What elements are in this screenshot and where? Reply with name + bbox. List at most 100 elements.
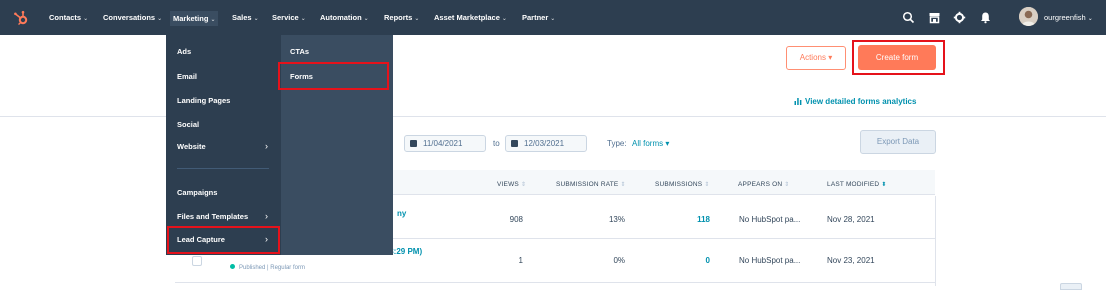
column-header-last-modified[interactable]: LAST MODIFIED ⬍	[827, 181, 887, 188]
avatar[interactable]	[1019, 7, 1038, 26]
menu-item-label: CTAs	[290, 47, 310, 56]
last-modified-value: Nov 23, 2021	[827, 256, 875, 265]
top-navigation-bar: Contacts ⌄ Conversations ⌄ Marketing ⌄ Sale…	[0, 0, 1106, 35]
chevron-right-icon: ›	[265, 211, 268, 221]
user-photo-icon	[1019, 7, 1038, 26]
submission-rate-value: 0%	[613, 256, 625, 265]
column-header-label: LAST MODIFIED	[827, 181, 880, 188]
nav-marketing[interactable]: Marketing ⌄	[170, 11, 219, 26]
hubspot-logo-icon[interactable]	[13, 10, 29, 26]
sort-icon: ⇕	[784, 182, 790, 188]
sort-icon: ⇕	[620, 182, 626, 188]
column-header-submissions[interactable]: SUBMISSIONS ⇕	[655, 181, 710, 188]
column-header-views[interactable]: VIEWS ⇕	[497, 181, 526, 188]
published-status-dot-icon	[230, 264, 235, 269]
search-icon[interactable]	[902, 11, 915, 24]
nav-service-label: Service	[272, 13, 299, 22]
table-right-border	[935, 196, 936, 286]
menu-item-campaigns[interactable]: Campaigns	[177, 188, 217, 197]
type-filter-label: Type:	[607, 139, 627, 148]
menu-item-ctas[interactable]: CTAs	[290, 47, 309, 56]
view-analytics-label: View detailed forms analytics	[805, 97, 917, 106]
view-analytics-link[interactable]: View detailed forms analytics	[794, 97, 916, 106]
marketplace-icon[interactable]	[928, 11, 941, 24]
menu-item-label: Social	[177, 120, 200, 129]
lead-capture-highlight-box	[167, 226, 280, 254]
status-text: Published	[239, 265, 266, 271]
actions-button[interactable]: Actions ▾	[786, 46, 846, 70]
to-date-value: 12/03/2021	[524, 139, 565, 148]
form-status-meta: Published | Regular form	[230, 264, 305, 271]
menu-item-social[interactable]: Social	[177, 120, 199, 129]
forms-highlight-box	[278, 62, 389, 90]
nav-contacts-label: Contacts	[49, 13, 82, 22]
form-type-text: Regular form	[270, 265, 305, 271]
views-value: 1	[518, 256, 523, 265]
submissions-link[interactable]: 0	[665, 256, 710, 265]
nav-partner-label: Partner	[522, 13, 549, 22]
form-name-link[interactable]: ny	[397, 209, 406, 218]
calendar-icon	[511, 140, 518, 147]
sort-desc-icon: ⬍	[881, 182, 887, 188]
nav-conversations[interactable]: Conversations ⌄	[103, 13, 162, 22]
nav-asset-marketplace[interactable]: Asset Marketplace ⌄	[434, 13, 507, 22]
type-filter-dropdown[interactable]: All forms ▾	[632, 139, 669, 148]
menu-item-label: Campaigns	[177, 188, 218, 197]
nav-reports-label: Reports	[384, 13, 413, 22]
nav-automation[interactable]: Automation ⌄	[320, 13, 369, 22]
column-header-appears-on[interactable]: APPEARS ON ⇕	[738, 181, 790, 188]
appears-on-value: No HubSpot pa...	[739, 215, 801, 224]
chevron-down-icon: ⌄	[363, 16, 369, 22]
nav-contacts[interactable]: Contacts ⌄	[49, 13, 88, 22]
nav-conversations-label: Conversations	[103, 13, 156, 22]
meta-separator: |	[267, 265, 269, 271]
nav-sales[interactable]: Sales ⌄	[232, 13, 259, 22]
chevron-down-icon: ⌄	[1087, 16, 1093, 22]
menu-item-email[interactable]: Email	[177, 72, 197, 81]
account-menu[interactable]: ourgreenfish ⌄	[1044, 13, 1093, 22]
chevron-down-icon: ⌄	[501, 16, 507, 22]
help-widget-tab[interactable]	[1060, 283, 1082, 290]
chevron-down-icon: ⌄	[253, 16, 259, 22]
chevron-down-icon: ⌄	[550, 16, 556, 22]
chevron-down-icon: ⌄	[414, 16, 420, 22]
to-label: to	[493, 139, 500, 148]
menu-item-website[interactable]: Website ›	[177, 142, 268, 152]
nav-partner[interactable]: Partner ⌄	[522, 13, 555, 22]
nav-reports[interactable]: Reports ⌄	[384, 13, 419, 22]
menu-item-landing-pages[interactable]: Landing Pages	[177, 96, 230, 105]
column-header-submission-rate[interactable]: SUBMISSION RATE ⇕	[556, 181, 626, 188]
notifications-bell-icon[interactable]	[979, 11, 992, 24]
chevron-down-icon: ⌄	[83, 16, 89, 22]
menu-item-label: Ads	[177, 47, 192, 56]
account-name: ourgreenfish	[1044, 13, 1086, 22]
export-data-button[interactable]: Export Data	[860, 130, 936, 154]
submission-rate-value: 13%	[608, 215, 625, 224]
column-header-label: SUBMISSION RATE	[556, 181, 619, 188]
menu-item-label: Email	[177, 72, 198, 81]
chevron-down-icon: ⌄	[300, 16, 306, 22]
nav-asset-marketplace-label: Asset Marketplace	[434, 13, 500, 22]
row-checkbox[interactable]	[192, 256, 202, 266]
chevron-down-icon: ⌄	[210, 17, 216, 23]
menu-divider	[177, 168, 269, 169]
submissions-link[interactable]: 118	[665, 215, 710, 224]
settings-icon[interactable]	[953, 11, 966, 24]
bar-chart-icon	[794, 98, 802, 105]
create-form-highlight-box	[852, 40, 945, 75]
nav-marketing-label: Marketing	[173, 14, 209, 23]
sort-icon: ⇕	[520, 182, 527, 188]
nav-automation-label: Automation	[320, 13, 362, 22]
menu-item-ads[interactable]: Ads	[177, 47, 191, 56]
menu-item-files-and-templates[interactable]: Files and Templates ›	[177, 212, 268, 222]
column-header-label: VIEWS	[497, 181, 519, 188]
column-header-label: SUBMISSIONS	[655, 181, 703, 188]
from-date-input[interactable]: 11/04/2021	[404, 135, 486, 152]
views-value: 908	[509, 215, 523, 224]
to-date-input[interactable]: 12/03/2021	[505, 135, 587, 152]
calendar-icon	[410, 140, 417, 147]
nav-sales-label: Sales	[232, 13, 252, 22]
nav-service[interactable]: Service ⌄	[272, 13, 306, 22]
from-date-value: 11/04/2021	[423, 139, 463, 148]
menu-item-label: Website	[177, 142, 206, 151]
